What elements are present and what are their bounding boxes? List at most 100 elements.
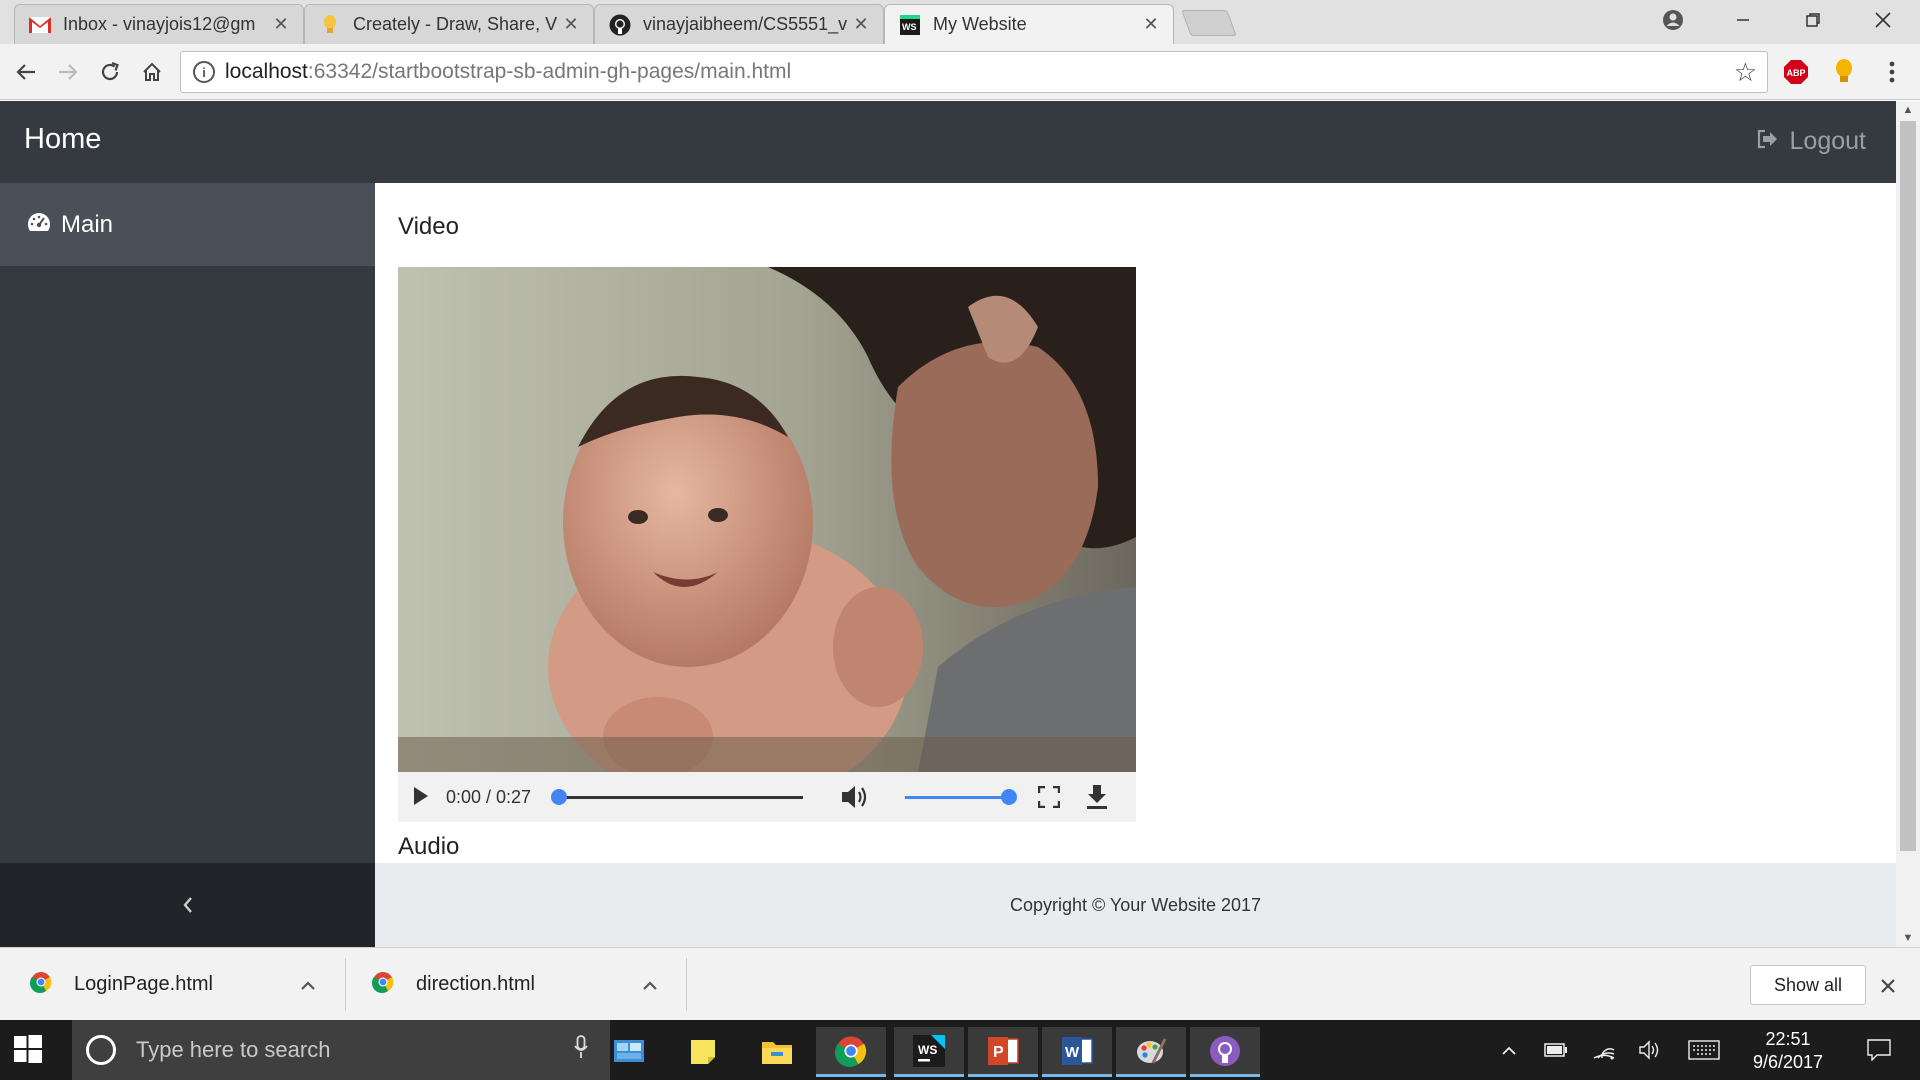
chrome-file-icon	[30, 971, 52, 999]
page-footer: Copyright © Your Website 2017	[375, 863, 1896, 947]
scroll-down-icon[interactable]: ▼	[1896, 929, 1920, 947]
tab-my-website[interactable]: WS My Website ✕	[884, 4, 1174, 44]
close-icon[interactable]: ✕	[271, 14, 291, 35]
github-icon	[609, 14, 631, 36]
adblock-label: ABP	[1786, 68, 1805, 78]
taskbar-search-box[interactable]: Type here to search	[72, 1020, 610, 1080]
download-item[interactable]: LoginPage.html	[30, 948, 330, 1021]
taskbar-clock[interactable]: 22:51 9/6/2017	[1738, 1028, 1838, 1074]
tab-github[interactable]: vinayjaibheem/CS5551_v ✕	[594, 4, 884, 44]
control-panel-icon[interactable]	[594, 1027, 664, 1077]
show-all-button[interactable]: Show all	[1750, 965, 1866, 1005]
back-icon[interactable]	[8, 54, 44, 90]
download-divider	[686, 958, 687, 1011]
audio-heading: Audio	[398, 833, 460, 860]
clock-date: 9/6/2017	[1752, 1052, 1824, 1072]
address-bar[interactable]: i localhost:63342/startbootstrap-sb-admi…	[180, 51, 1768, 93]
keyboard-icon[interactable]	[1684, 1020, 1724, 1080]
bookmark-star-icon[interactable]: ☆	[1734, 57, 1757, 88]
seek-knob[interactable]	[551, 789, 567, 805]
adblock-plus-icon[interactable]: ABP	[1782, 58, 1810, 86]
top-navbar: Home Logout	[0, 101, 1896, 183]
close-window-button[interactable]	[1850, 0, 1916, 40]
sidebar: Main	[0, 183, 375, 863]
windows-taskbar: Type here to search WS P W 22:51 9/6/201…	[0, 1020, 1920, 1080]
file-explorer-icon[interactable]	[742, 1027, 812, 1077]
lightbulb-extension-icon[interactable]	[1830, 58, 1858, 86]
volume-knob[interactable]	[1001, 789, 1017, 805]
creately-icon	[319, 14, 341, 36]
show-hidden-icons-chevron[interactable]	[1494, 1020, 1524, 1080]
url-text: localhost:63342/startbootstrap-sb-admin-…	[225, 60, 1734, 84]
action-center-icon[interactable]	[1854, 1020, 1904, 1080]
video-heading: Video	[398, 213, 459, 240]
profile-icon[interactable]	[1640, 0, 1706, 40]
sidebar-toggle-button[interactable]	[0, 863, 375, 947]
video-frame[interactable]	[398, 267, 1136, 772]
sticky-notes-icon[interactable]	[668, 1027, 738, 1077]
logout-link[interactable]: Logout	[1756, 127, 1866, 156]
volume-icon[interactable]	[840, 783, 870, 816]
svg-text:W: W	[1065, 1044, 1080, 1061]
scrollbar-thumb[interactable]	[1900, 121, 1916, 851]
search-placeholder: Type here to search	[136, 1037, 331, 1062]
download-filename: direction.html	[416, 973, 535, 995]
word-icon[interactable]: W	[1042, 1027, 1112, 1077]
browser-tab-strip: Inbox - vinayjois12@gm ✕ Creately - Draw…	[0, 0, 1920, 44]
video-time: 0:00 / 0:27	[446, 787, 532, 807]
svg-text:P: P	[993, 1044, 1004, 1061]
paint-icon[interactable]	[1116, 1027, 1186, 1077]
dashboard-icon	[27, 211, 51, 239]
chevron-left-icon	[182, 890, 194, 921]
wifi-icon[interactable]	[1588, 1020, 1620, 1080]
close-icon[interactable]: ✕	[561, 14, 581, 35]
windows-start-icon[interactable]	[14, 1035, 44, 1065]
chevron-up-icon[interactable]	[642, 973, 658, 996]
menu-dots-icon[interactable]	[1878, 58, 1906, 86]
video-controls: 0:00 / 0:27	[398, 772, 1136, 822]
minimize-button[interactable]	[1710, 0, 1776, 40]
powerpoint-icon[interactable]: P	[968, 1027, 1038, 1077]
play-icon[interactable]	[412, 785, 430, 812]
webstorm-taskbar-icon[interactable]: WS	[894, 1027, 964, 1077]
info-icon[interactable]: i	[193, 61, 215, 83]
chrome-taskbar-icon[interactable]	[816, 1027, 886, 1077]
home-icon[interactable]	[134, 54, 170, 90]
sidebar-item-label: Main	[61, 210, 114, 238]
download-item[interactable]: direction.html	[372, 948, 672, 1021]
download-icon[interactable]	[1086, 784, 1108, 815]
close-icon[interactable]: ✕	[1141, 14, 1161, 35]
new-tab-button[interactable]	[1181, 10, 1237, 36]
navbar-brand[interactable]: Home	[24, 123, 101, 156]
speaker-icon[interactable]	[1634, 1020, 1666, 1080]
page-scrollbar[interactable]: ▲ ▼	[1896, 101, 1920, 947]
scroll-up-icon[interactable]: ▲	[1896, 101, 1920, 119]
close-icon[interactable]: ✕	[851, 14, 871, 35]
download-divider	[345, 958, 346, 1011]
clock-time: 22:51	[1765, 1029, 1811, 1049]
github-desktop-icon[interactable]	[1190, 1027, 1260, 1077]
webstorm-icon: WS	[899, 14, 921, 36]
svg-text:WS: WS	[918, 1043, 937, 1057]
battery-icon[interactable]	[1540, 1020, 1572, 1080]
volume-slider[interactable]	[905, 789, 1017, 805]
chevron-up-icon[interactable]	[300, 973, 316, 996]
tab-title: My Website	[933, 14, 1027, 34]
tab-title: vinayjaibheem/CS5551_v	[643, 14, 848, 34]
forward-icon[interactable]	[50, 54, 86, 90]
browser-toolbar: i localhost:63342/startbootstrap-sb-admi…	[0, 44, 1920, 100]
downloads-bar: LoginPage.html direction.html Show all	[0, 947, 1920, 1020]
tab-creately[interactable]: Creately - Draw, Share, V ✕	[304, 4, 594, 44]
tab-gmail[interactable]: Inbox - vinayjois12@gm ✕	[14, 4, 304, 44]
microphone-icon[interactable]	[574, 1035, 588, 1065]
url-host: localhost	[225, 60, 308, 83]
restore-button[interactable]	[1780, 0, 1846, 40]
video-player[interactable]: 0:00 / 0:27	[398, 267, 1136, 822]
sidebar-item-main[interactable]: Main	[0, 183, 375, 266]
reload-icon[interactable]	[92, 54, 128, 90]
video-seek-bar[interactable]	[551, 789, 803, 805]
close-icon[interactable]	[1880, 970, 1896, 1001]
chrome-file-icon	[372, 971, 394, 999]
fullscreen-icon[interactable]	[1037, 785, 1061, 813]
download-filename: LoginPage.html	[74, 973, 213, 995]
